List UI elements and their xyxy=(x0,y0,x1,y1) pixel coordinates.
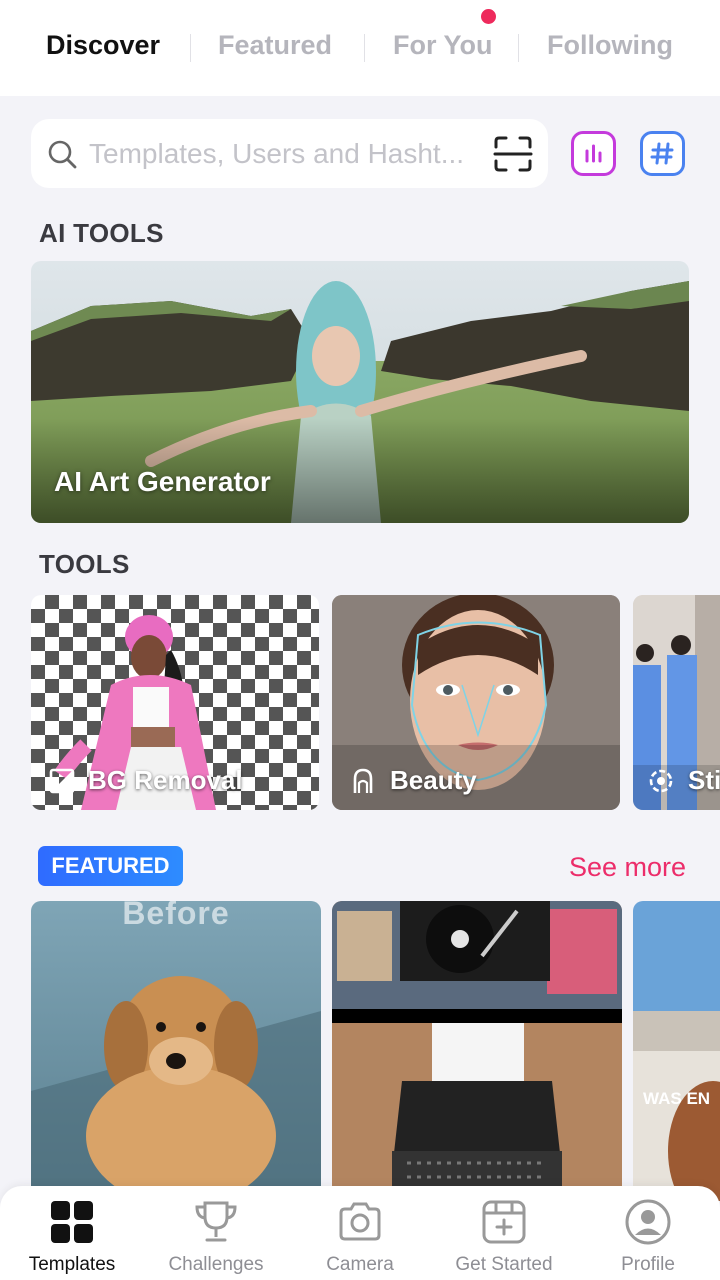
tab-discover[interactable]: Discover xyxy=(46,30,160,61)
tab-divider xyxy=(364,34,365,62)
ai-art-generator-card[interactable]: AI Art Generator xyxy=(31,261,689,523)
beauty-label: Beauty xyxy=(390,765,477,795)
trophy-icon xyxy=(195,1201,237,1242)
bottom-nav: Templates Challenges Camera Get Started xyxy=(0,1186,720,1280)
notification-dot xyxy=(481,9,496,24)
nav-label-get-started: Get Started xyxy=(455,1254,553,1275)
nav-label-camera: Camera xyxy=(326,1254,394,1275)
nav-label-challenges: Challenges xyxy=(168,1254,264,1275)
featured-card-vintage[interactable] xyxy=(332,901,622,1201)
nav-camera[interactable]: Camera xyxy=(288,1186,432,1280)
section-title-tools: TOOLS xyxy=(39,549,130,579)
tab-featured[interactable]: Featured xyxy=(218,30,332,61)
tool-card-beauty[interactable]: Beauty xyxy=(332,595,620,810)
nav-templates[interactable]: Templates xyxy=(0,1186,144,1280)
nav-label-profile: Profile xyxy=(621,1254,675,1275)
search-icon xyxy=(48,140,77,169)
nav-get-started[interactable]: Get Started xyxy=(432,1186,576,1280)
puppy-image xyxy=(31,901,321,1201)
tab-following[interactable]: Following xyxy=(547,30,673,61)
tool-card-bg-removal[interactable]: BG Removal xyxy=(31,595,319,810)
profile-icon xyxy=(625,1199,671,1245)
scan-icon[interactable] xyxy=(493,135,533,173)
hashtag-button[interactable] xyxy=(640,131,685,176)
calendar-plus-icon xyxy=(482,1200,526,1244)
see-more-link[interactable]: See more xyxy=(569,852,686,883)
tab-for-you[interactable]: For You xyxy=(393,30,493,61)
beauty-icon xyxy=(353,768,373,793)
featured-card-beach[interactable]: WAS EN xyxy=(633,901,720,1201)
search-input[interactable]: Templates, Users and Hasht... xyxy=(31,119,548,188)
hashtag-icon xyxy=(650,142,674,165)
sticker-label: Sti xyxy=(688,765,720,795)
before-overlay-text: Before xyxy=(122,901,230,931)
nav-profile[interactable]: Profile xyxy=(576,1186,720,1280)
bg-removal-icon xyxy=(49,768,75,794)
tool-card-sticker[interactable]: Sti xyxy=(633,595,720,810)
section-title-ai-tools: AI TOOLS xyxy=(39,218,164,248)
grid-icon xyxy=(51,1201,93,1243)
beach-image xyxy=(633,901,720,1201)
vintage-image xyxy=(332,901,622,1201)
tab-divider xyxy=(190,34,191,62)
beach-overlay-text: WAS EN xyxy=(643,1089,711,1108)
trending-stats-button[interactable] xyxy=(571,131,616,176)
top-tab-bar: Discover Featured For You Following xyxy=(0,0,720,96)
bg-removal-label: BG Removal xyxy=(88,765,243,795)
sticker-icon xyxy=(649,769,673,793)
nav-label-templates: Templates xyxy=(28,1254,116,1275)
featured-card-puppy[interactable]: Before xyxy=(31,901,321,1201)
featured-badge: FEATURED xyxy=(38,846,183,886)
nav-challenges[interactable]: Challenges xyxy=(144,1186,288,1280)
camera-icon xyxy=(339,1202,381,1241)
search-placeholder: Templates, Users and Hasht... xyxy=(89,138,465,169)
bar-chart-icon xyxy=(585,144,602,163)
tab-divider xyxy=(518,34,519,62)
ai-art-generator-label: AI Art Generator xyxy=(54,466,271,497)
